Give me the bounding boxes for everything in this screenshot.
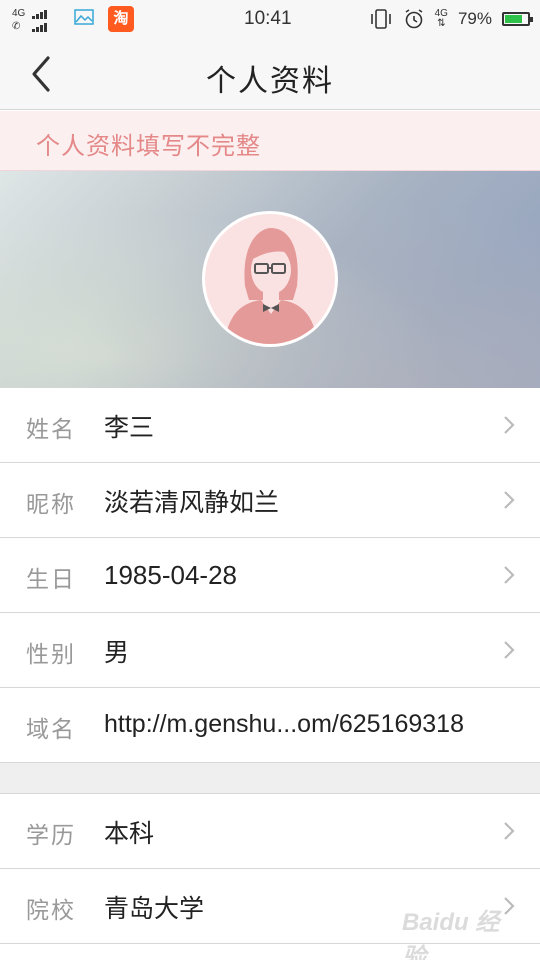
avatar[interactable]: [202, 211, 338, 347]
row-gender[interactable]: 性别 男: [0, 613, 540, 688]
network-type-label: 4G: [12, 8, 26, 19]
baidu-watermark: Baidu 经验: [402, 898, 522, 960]
nav-bar: 个人资料: [0, 38, 540, 110]
gallery-icon: [74, 9, 94, 25]
row-domain: 域名 http://m.genshu...om/625169318: [0, 688, 540, 763]
phone-icon: ✆: [12, 21, 21, 32]
data-arrows-icon: ⇅: [437, 18, 446, 29]
row-value: 男: [104, 638, 130, 667]
signal-indicator: 4G ✆: [12, 6, 58, 34]
chevron-right-icon: [504, 491, 515, 509]
page-title: 个人资料: [206, 64, 334, 99]
row-value: http://m.genshu...om/625169318: [104, 710, 464, 738]
row-label: 院校: [26, 898, 76, 924]
alarm-icon: [405, 9, 423, 29]
female-avatar-icon: [205, 214, 335, 344]
row-label: 姓名: [26, 417, 76, 443]
row-label: 生日: [26, 567, 76, 593]
row-education[interactable]: 学历 本科: [0, 794, 540, 869]
section-divider: [0, 763, 540, 794]
chevron-right-icon: [504, 416, 515, 434]
row-value: 本科: [104, 819, 155, 848]
vibrate-icon: [370, 9, 391, 29]
row-label: 性别: [26, 642, 76, 668]
chevron-right-icon: [504, 566, 515, 584]
row-label: 域名: [26, 717, 76, 743]
row-value: 李三: [104, 413, 155, 442]
status-time: 10:41: [244, 8, 292, 29]
signal-bars-2-icon: [32, 23, 47, 32]
row-name[interactable]: 姓名 李三: [0, 388, 540, 463]
chevron-right-icon: [504, 641, 515, 659]
taobao-app-icon: 淘: [108, 6, 134, 32]
chevron-right-icon: [504, 822, 515, 840]
battery-icon: [502, 12, 533, 26]
watermark-text: Baidu 经验: [402, 909, 500, 960]
incomplete-profile-banner[interactable]: 个人资料填写不完整: [0, 111, 540, 171]
row-nickname[interactable]: 昵称 淡若清风静如兰: [0, 463, 540, 538]
battery-level-fill: [505, 15, 523, 23]
row-value: 青岛大学: [104, 894, 205, 923]
row-label: 昵称: [26, 492, 76, 518]
row-birthday[interactable]: 生日 1985-04-28: [0, 538, 540, 613]
row-label: 学历: [26, 823, 76, 849]
status-bar: 4G ✆ 淘 10:41 4G ⇅ 79%: [0, 0, 540, 38]
row-value: 1985-04-28: [104, 560, 237, 590]
data-network-icon: 4G ⇅: [435, 9, 448, 29]
battery-percent: 79%: [457, 9, 492, 28]
row-value: 淡若清风静如兰: [104, 488, 280, 517]
status-right-group: 4G ⇅ 79%: [369, 6, 533, 32]
signal-bars-icon: [32, 10, 47, 19]
profile-info-list: 姓名 李三 昵称 淡若清风静如兰 生日 1985-04-28 性别 男 域名 h…: [0, 388, 540, 944]
profile-header: [0, 171, 540, 388]
banner-text: 个人资料填写不完整: [36, 132, 261, 160]
